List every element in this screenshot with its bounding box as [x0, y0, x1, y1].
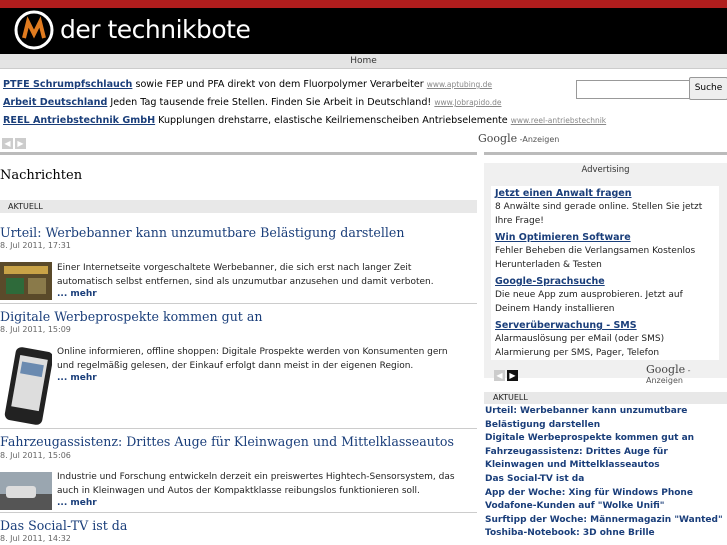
- article-title[interactable]: Digitale Werbeprospekte kommen gut an: [0, 309, 262, 324]
- site-title[interactable]: der technikbote: [60, 15, 251, 44]
- ad-url[interactable]: www.aptubing.de: [427, 80, 492, 89]
- article-title[interactable]: Urteil: Werbebanner kann unzumutbare Bel…: [0, 225, 404, 240]
- ad-text: Kupplungen drehstarre, elastische Keilri…: [155, 115, 511, 126]
- technikbote-logo-icon[interactable]: [14, 10, 54, 50]
- article-title[interactable]: Fahrzeugassistenz: Drittes Auge für Klei…: [0, 434, 454, 449]
- ad-title[interactable]: Arbeit Deutschland: [3, 97, 107, 108]
- separator: [0, 303, 477, 304]
- ad-title[interactable]: PTFE Schrumpfschlauch: [3, 79, 132, 90]
- sidebar-news-item[interactable]: Digitale Werbeprospekte kommen gut an: [485, 432, 723, 446]
- separator: [0, 428, 477, 429]
- ad-row-2[interactable]: Arbeit Deutschland Jeden Tag tausende fr…: [3, 97, 502, 108]
- adv-text: Alarmauslösung per eMail (oder SMS) Alar…: [495, 334, 665, 358]
- prev-arrow-icon[interactable]: ◀: [2, 138, 13, 149]
- google-ads-suffix: -Anzeigen: [519, 135, 560, 144]
- adv-text: Fehler Beheben die Verlangsamen Kostenlo…: [495, 246, 696, 270]
- article-teaser: Einer Internetseite vorgeschaltete Werbe…: [57, 263, 434, 287]
- article-thumbnail[interactable]: [0, 345, 52, 427]
- divider-side: [484, 152, 727, 155]
- search-input[interactable]: [576, 80, 692, 99]
- more-link[interactable]: ... mehr: [57, 498, 97, 508]
- article-teaser: Industrie und Forschung entwickeln derze…: [57, 472, 455, 496]
- ad-url[interactable]: www.reel-antriebstechnik: [511, 116, 606, 125]
- adv-title[interactable]: Serverüberwachung - SMS: [495, 320, 637, 331]
- more-link[interactable]: ... mehr: [57, 289, 97, 299]
- site-header: der technikbote: [0, 8, 727, 54]
- sidebar-news-item[interactable]: Vodafone-Kunden auf "Wolke Unifi": [485, 500, 723, 514]
- next-arrow-icon[interactable]: ▶: [15, 138, 26, 149]
- adv-title[interactable]: Google-Sprachsuche: [495, 276, 605, 287]
- ad-url[interactable]: www.Jobrapido.de: [434, 98, 501, 107]
- google-brand: Google: [478, 132, 518, 145]
- next-arrow-icon[interactable]: ▶: [507, 370, 518, 381]
- google-ads-tag[interactable]: Google -Anzeigen: [478, 132, 559, 145]
- sidebar-news-item[interactable]: Das Social-TV ist da: [485, 473, 723, 487]
- google-brand: Google: [646, 363, 686, 376]
- advertising-label: Advertising: [581, 165, 630, 175]
- adv-title[interactable]: Jetzt einen Anwalt fragen: [495, 188, 632, 199]
- sidebar-news-list: Urteil: Werbebanner kann unzumutbare Bel…: [485, 405, 723, 541]
- adv-title[interactable]: Win Optimieren Software: [495, 232, 631, 243]
- divider-main: [0, 152, 477, 155]
- google-ads-tag[interactable]: Google -Anzeigen: [646, 363, 727, 385]
- article-title[interactable]: Das Social-TV ist da: [0, 518, 127, 533]
- section-title: Nachrichten: [0, 168, 83, 183]
- nav-bar: Home: [0, 54, 727, 69]
- article-thumbnail[interactable]: [0, 262, 52, 300]
- article-date: 8. Jul 2011, 15:09: [0, 325, 71, 334]
- search-button[interactable]: Suche: [689, 77, 727, 100]
- ad-row-1[interactable]: PTFE Schrumpfschlauch sowie FEP und PFA …: [3, 79, 492, 90]
- nav-home-link[interactable]: Home: [350, 56, 377, 66]
- ad-row-3[interactable]: REEL Antriebstechnik GmbH Kupplungen dre…: [3, 115, 606, 126]
- ad-pager: ◀ ▶: [2, 131, 28, 150]
- sidebar-news-item[interactable]: App der Woche: Xing für Windows Phone: [485, 487, 723, 501]
- sidebar-news-item[interactable]: Fahrzeugassistenz: Drittes Auge für Klei…: [485, 446, 723, 473]
- article-date: 8. Jul 2011, 17:31: [0, 241, 71, 250]
- aktuell-tab[interactable]: AKTUELL: [0, 200, 477, 213]
- article-date: 8. Jul 2011, 15:06: [0, 451, 71, 460]
- adv-text: 8 Anwälte sind gerade online. Stellen Si…: [495, 202, 703, 226]
- ad-text: sowie FEP und PFA direkt von dem Fluorpo…: [132, 79, 427, 90]
- ad-title[interactable]: REEL Antriebstechnik GmbH: [3, 115, 155, 126]
- article-teaser: Online informieren, offline shoppen: Dig…: [57, 347, 448, 371]
- article-thumbnail[interactable]: [0, 472, 52, 510]
- adv-pager: ◀ ▶: [494, 363, 520, 382]
- top-accent-bar: [0, 0, 727, 8]
- sidebar-aktuell-tab[interactable]: AKTUELL: [484, 392, 727, 404]
- separator: [0, 512, 477, 513]
- sidebar-news-item[interactable]: Surftipp der Woche: Männermagazin "Wante…: [485, 514, 723, 528]
- sidebar-news-item[interactable]: Urteil: Werbebanner kann unzumutbare Bel…: [485, 405, 723, 432]
- adv-text: Die neue App zum ausprobieren. Jetzt auf…: [495, 290, 683, 314]
- sidebar-news-item[interactable]: Toshiba-Notebook: 3D ohne Brille: [485, 527, 723, 541]
- ad-text: Jeden Tag tausende freie Stellen. Finden…: [107, 97, 435, 108]
- more-link[interactable]: ... mehr: [57, 373, 97, 383]
- article-date: 8. Jul 2011, 14:32: [0, 534, 71, 543]
- prev-arrow-icon[interactable]: ◀: [494, 370, 505, 381]
